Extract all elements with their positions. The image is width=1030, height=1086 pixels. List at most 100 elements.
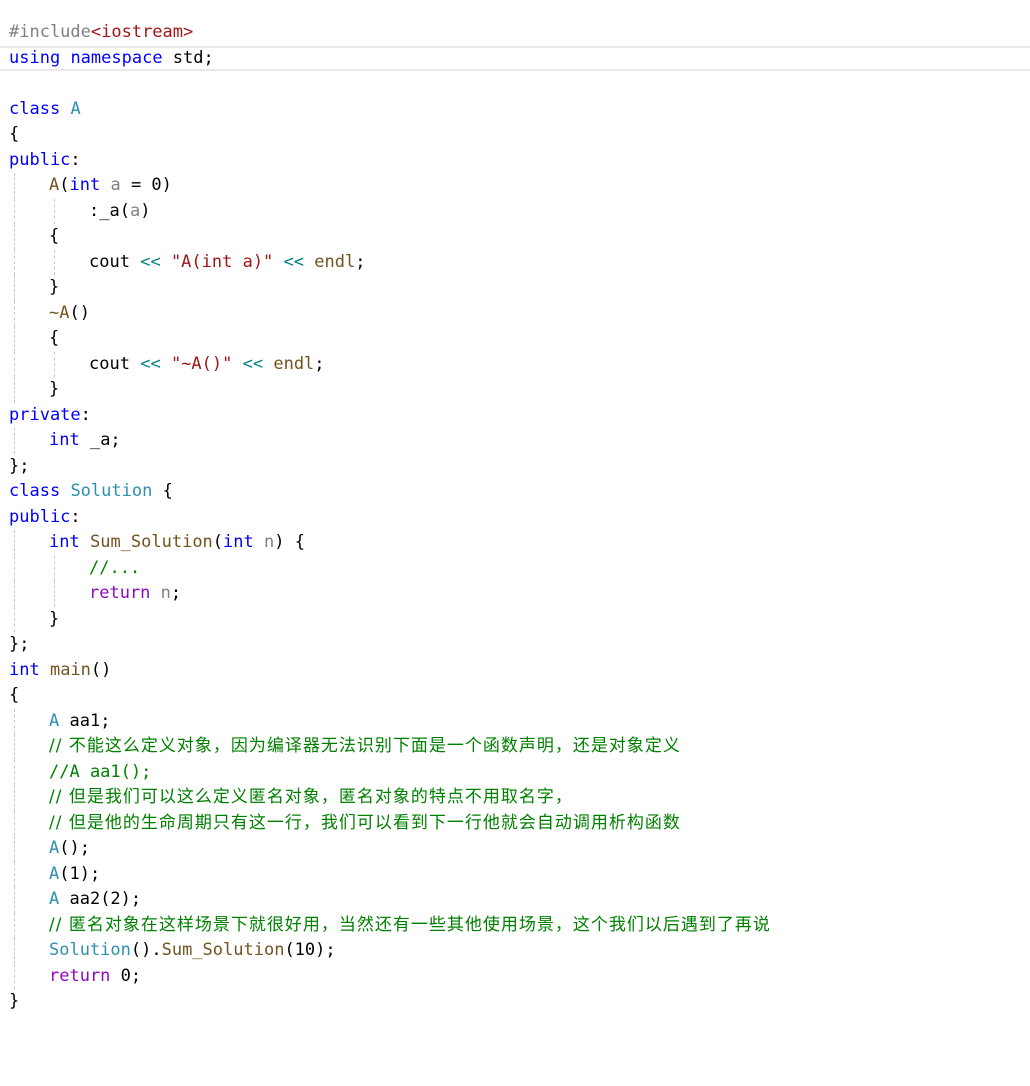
code-token: } [9,991,20,1011]
indent-guide [54,351,55,377]
indent-guide [54,198,55,224]
code-line[interactable]: return n; [0,581,1030,607]
code-editor[interactable]: #include<iostream> using namespace std; c… [0,20,1030,1015]
code-line[interactable]: // 匿名对象在这样场景下就很好用，当然还有一些其他使用场景，这个我们以后遇到了… [0,912,1030,938]
code-line[interactable]: //A aa1(); [0,759,1030,785]
code-token: ; [170,583,182,603]
code-line[interactable]: }; [0,454,1030,480]
code-token: Solution [70,481,153,501]
code-line[interactable]: } [0,275,1030,301]
code-token: n [264,532,275,552]
code-line[interactable]: // 但是我们可以这么定义匿名对象，匿名对象的特点不用取名字， [0,785,1030,811]
code-token: Sum_Solution [161,940,285,960]
code-token: //... [89,557,141,578]
code-token: A [49,710,60,731]
code-token: ( [212,532,224,552]
code-line[interactable]: A aa1; [0,708,1030,734]
code-line[interactable]: public: [0,148,1030,174]
code-token: _a; [79,430,121,450]
code-token: 0; [110,965,142,986]
code-line[interactable]: return 0; [0,963,1030,989]
code-token: ~A [49,302,70,323]
code-token: public [9,506,71,527]
code-line[interactable]: public: [0,505,1030,531]
code-line[interactable]: A aa2(2); [0,887,1030,913]
code-line[interactable]: class Solution { [0,479,1030,505]
code-line[interactable]: private: [0,403,1030,429]
code-line[interactable]: int _a; [0,428,1030,454]
code-line[interactable]: { [0,122,1030,148]
code-line[interactable]: #include<iostream> [0,20,1030,46]
code-line[interactable]: Solution().Sum_Solution(10); [0,938,1030,964]
code-line[interactable]: } [0,377,1030,403]
code-line[interactable]: cout << "~A()" << endl; [0,351,1030,377]
code-line[interactable]: class A [0,97,1030,123]
code-token: "A(int a)" [170,251,274,272]
code-token: int [69,175,101,195]
code-line[interactable]: int main() [0,658,1030,684]
code-token: (); [59,838,90,858]
indent-guide [14,530,15,556]
indent-guide [14,555,15,581]
code-line[interactable]: } [0,606,1030,632]
indent-guide [14,377,15,403]
code-token: A [49,863,60,884]
code-line[interactable]: { [0,683,1030,709]
code-token: } [49,277,60,297]
code-token: aa1; [59,710,111,731]
code-token: { [49,328,60,348]
code-token: (). [130,940,162,960]
code-token: #include [9,22,91,42]
code-line[interactable]: // 不能这么定义对象，因为编译器无法识别下面是一个函数声明，还是对象定义 [0,734,1030,760]
indent-guide [14,734,15,760]
code-token: a [110,175,121,195]
code-token: :_a( [89,200,130,221]
indent-guide [54,555,55,581]
code-token: () [90,659,112,680]
code-line[interactable]: ~A() [0,300,1030,326]
indent-guide [14,861,15,887]
code-line[interactable]: cout << "A(int a)" << endl; [0,249,1030,275]
indent-guide [14,581,15,607]
code-line[interactable]: { [0,224,1030,250]
code-token: (10); [284,940,336,960]
code-token: { [9,124,20,144]
code-line[interactable]: using namespace std; [0,45,1030,71]
code-line[interactable]: :_a(a) [0,198,1030,224]
code-line[interactable]: { [0,326,1030,352]
code-token: std; [162,47,214,68]
code-token: "~A()" [170,353,233,374]
code-token: ; [314,353,325,374]
code-token: cout [89,251,130,272]
code-token: class [9,481,61,501]
code-line[interactable]: //... [0,555,1030,581]
code-token: public [9,149,71,170]
code-token: return [49,965,111,986]
code-line[interactable]: int Sum_Solution(int n) { [0,530,1030,556]
code-token: ) { [274,532,305,552]
code-line[interactable]: A(int a = 0) [0,173,1030,199]
indent-guide [14,887,15,913]
code-token: private [9,404,81,425]
code-token: A [49,889,60,909]
code-line[interactable]: } [0,989,1030,1015]
indent-guide [54,249,55,275]
code-line[interactable]: }; [0,632,1030,658]
code-line[interactable]: A(1); [0,861,1030,887]
code-line[interactable]: // 但是他的生命周期只有这一行，我们可以看到下一行他就会自动调用析构函数 [0,810,1030,836]
code-line[interactable]: A(); [0,836,1030,862]
code-token: A [49,838,60,858]
code-line[interactable] [0,71,1030,97]
code-token: // 不能这么定义对象，因为编译器无法识别下面是一个函数声明，还是对象定义 [49,736,681,756]
